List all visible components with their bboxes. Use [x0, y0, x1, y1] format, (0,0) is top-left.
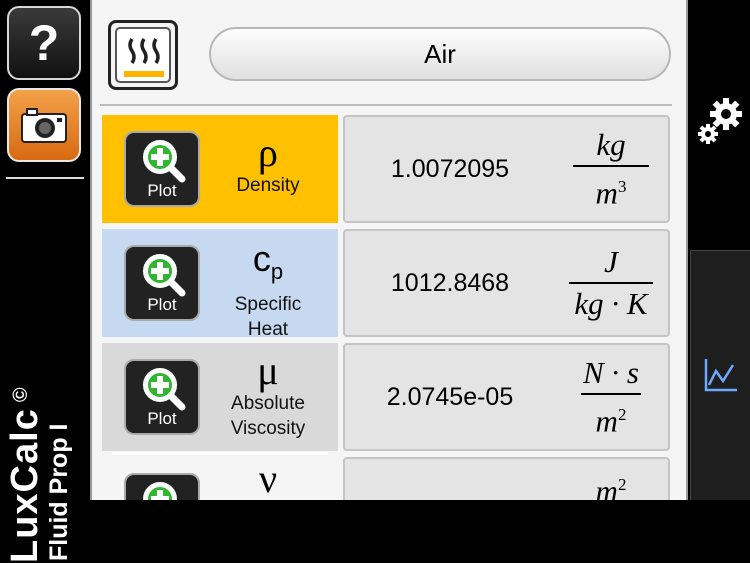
value-text: 1.0072095 — [390, 154, 510, 183]
property-row-absolute-viscosity: Plot μ Absolute Viscosity — [102, 343, 338, 451]
camera-icon — [21, 108, 67, 143]
product-name: Fluid Prop I — [45, 423, 73, 562]
line-graph-icon — [704, 359, 737, 392]
unit-numerator: J — [604, 244, 618, 279]
settings-button[interactable] — [696, 96, 744, 148]
header-divider — [100, 104, 672, 106]
magnifier-plus-icon — [143, 368, 186, 411]
property-symbol-block: cp Specific Heat — [212, 239, 324, 342]
property-name-line2: Viscosity — [230, 418, 306, 439]
plot-label: Plot — [147, 295, 177, 314]
plot-button-specific-heat[interactable]: Plot — [124, 245, 200, 321]
plot-button-density[interactable]: Plot — [124, 131, 200, 207]
plot-button-kinematic-viscosity[interactable] — [124, 473, 200, 500]
value-text: 2.0745e-05 — [386, 382, 514, 411]
property-symbol-subscript: p — [270, 259, 284, 285]
unit-fraction: J kg · K — [551, 231, 671, 335]
fluid-selector[interactable]: Air — [209, 27, 671, 81]
plot-button-absolute-viscosity[interactable]: Plot — [124, 359, 200, 435]
property-row-specific-heat: Plot cp Specific Heat — [102, 229, 338, 340]
plot-label: Plot — [147, 409, 177, 428]
unit-numerator: N · s — [583, 354, 639, 390]
row-separator — [112, 452, 328, 455]
unit-exponent: 2 — [617, 475, 627, 494]
property-symbol-block: ν — [212, 459, 324, 499]
property-value-kinematic-viscosity: m2 — [343, 457, 670, 500]
property-row-density: Plot ρ Density — [102, 115, 338, 223]
fraction-bar — [573, 164, 649, 167]
main-panel: Air Plot ρ Density 1.0072095 kg m3 Plot … — [90, 0, 688, 500]
unit-denominator: m — [595, 403, 618, 439]
question-mark-icon: ? — [28, 15, 60, 71]
screenshot-button[interactable] — [7, 88, 81, 162]
right-sidebar — [688, 0, 750, 500]
property-value-absolute-viscosity: 2.0745e-05 N · s m2 — [343, 343, 670, 451]
brand-name: LuxCalc — [4, 408, 46, 563]
property-symbol: ρ — [258, 130, 278, 175]
unit-exponent: 2 — [617, 404, 627, 424]
magnifier-plus-icon — [143, 140, 186, 183]
unit-exponent: 3 — [617, 176, 627, 196]
property-symbol-block: ρ Density — [212, 133, 324, 198]
fraction-bar — [581, 392, 641, 395]
property-name: Absolute — [231, 393, 305, 414]
fraction-bar — [569, 282, 653, 284]
brand-logo: LuxCalc © Fluid Prop I — [0, 233, 79, 563]
heat-icon — [115, 27, 171, 83]
unit-fraction: N · s m2 — [551, 345, 671, 449]
magnifier-plus-icon — [143, 254, 186, 297]
value-text: 1012.8468 — [390, 268, 510, 297]
graph-button[interactable] — [690, 250, 750, 500]
property-value-density: 1.0072095 kg m3 — [343, 115, 670, 223]
unit-fraction: m2 — [551, 459, 671, 500]
sidebar-divider — [6, 177, 84, 179]
plot-label: Plot — [147, 181, 177, 200]
unit-denominator: m — [595, 175, 618, 211]
property-symbol-block: μ Absolute Viscosity — [212, 351, 324, 441]
fluid-name: Air — [424, 38, 456, 69]
property-name: Specific — [234, 294, 302, 316]
property-name: Density — [236, 175, 300, 196]
unit-denominator: kg · K — [574, 286, 648, 321]
gears-icon — [698, 98, 742, 144]
fluid-type-button[interactable] — [108, 20, 178, 90]
property-value-specific-heat: 1012.8468 J kg · K — [343, 229, 670, 337]
unit-numerator: kg — [596, 126, 626, 162]
left-sidebar: ? LuxCalc © Fluid Prop I — [0, 0, 90, 563]
copyright-mark: © — [10, 386, 32, 403]
property-symbol: μ — [257, 348, 279, 393]
help-button[interactable]: ? — [7, 6, 81, 80]
property-row-kinematic-viscosity: ν — [102, 457, 338, 500]
property-symbol: c — [252, 238, 271, 279]
property-symbol: ν — [258, 456, 278, 500]
property-name-line2: Heat — [247, 319, 289, 341]
unit-fraction: kg m3 — [551, 117, 671, 221]
magnifier-plus-icon — [143, 482, 177, 500]
unit-numerator: m — [595, 473, 618, 500]
